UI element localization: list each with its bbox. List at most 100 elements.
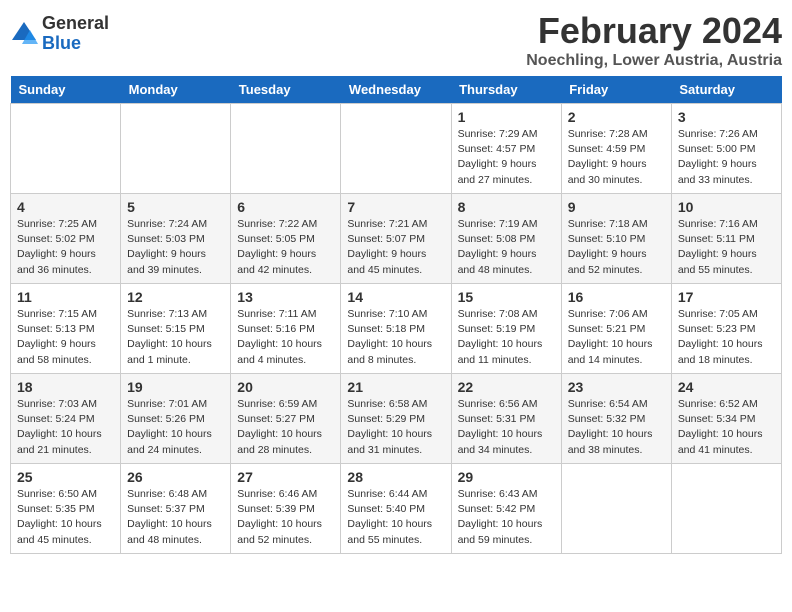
day-number: 1 <box>458 109 555 125</box>
calendar-cell: 28 Sunrise: 6:44 AM Sunset: 5:40 PM Dayli… <box>341 464 451 554</box>
logo-icon <box>10 20 38 48</box>
month-title: February 2024 <box>526 10 782 52</box>
day-number: 16 <box>568 289 665 305</box>
logo-general: General <box>42 14 109 34</box>
day-info: Sunrise: 7:21 AM Sunset: 5:07 PM Dayligh… <box>347 217 444 278</box>
day-info: Sunrise: 7:22 AM Sunset: 5:05 PM Dayligh… <box>237 217 334 278</box>
day-number: 2 <box>568 109 665 125</box>
day-info: Sunrise: 7:18 AM Sunset: 5:10 PM Dayligh… <box>568 217 665 278</box>
header-cell-thursday: Thursday <box>451 76 561 104</box>
page-header: General Blue February 2024 Noechling, Lo… <box>10 10 782 70</box>
calendar-cell: 16Sunrise: 7:06 AM Sunset: 5:21 PM Dayli… <box>561 284 671 374</box>
day-number: 18 <box>17 379 114 395</box>
day-number: 24 <box>678 379 775 395</box>
calendar-week-5: 25Sunrise: 6:50 AM Sunset: 5:35 PM Dayli… <box>11 464 782 554</box>
calendar-cell: 20 Sunrise: 6:59 AM Sunset: 5:27 PM Dayli… <box>231 374 341 464</box>
day-info: Sunrise: 7:25 AM Sunset: 5:02 PM Dayligh… <box>17 217 114 278</box>
calendar-cell: 4 Sunrise: 7:25 AM Sunset: 5:02 PM Daylig… <box>11 194 121 284</box>
calendar-cell: 9 Sunrise: 7:18 AM Sunset: 5:10 PM Daylig… <box>561 194 671 284</box>
calendar-cell: 22Sunrise: 6:56 AM Sunset: 5:31 PM Dayli… <box>451 374 561 464</box>
calendar-cell: 15 Sunrise: 7:08 AM Sunset: 5:19 PM Dayli… <box>451 284 561 374</box>
day-info: Sunrise: 7:03 AM Sunset: 5:24 PM Dayligh… <box>17 397 114 458</box>
day-number: 12 <box>127 289 224 305</box>
day-number: 20 <box>237 379 334 395</box>
calendar-week-4: 18 Sunrise: 7:03 AM Sunset: 5:24 PM Dayli… <box>11 374 782 464</box>
calendar-cell: 5 Sunrise: 7:24 AM Sunset: 5:03 PM Daylig… <box>121 194 231 284</box>
day-info: Sunrise: 7:19 AM Sunset: 5:08 PM Dayligh… <box>458 217 555 278</box>
calendar-cell <box>561 464 671 554</box>
day-number: 10 <box>678 199 775 215</box>
calendar-table: SundayMondayTuesdayWednesdayThursdayFrid… <box>10 76 782 554</box>
calendar-cell: 13 Sunrise: 7:11 AM Sunset: 5:16 PM Dayli… <box>231 284 341 374</box>
calendar-cell: 25Sunrise: 6:50 AM Sunset: 5:35 PM Dayli… <box>11 464 121 554</box>
logo: General Blue <box>10 14 109 54</box>
calendar-cell: 14Sunrise: 7:10 AM Sunset: 5:18 PM Dayli… <box>341 284 451 374</box>
header-cell-wednesday: Wednesday <box>341 76 451 104</box>
day-info: Sunrise: 7:24 AM Sunset: 5:03 PM Dayligh… <box>127 217 224 278</box>
calendar-week-3: 11Sunrise: 7:15 AM Sunset: 5:13 PM Dayli… <box>11 284 782 374</box>
calendar-cell <box>231 104 341 194</box>
day-number: 7 <box>347 199 444 215</box>
day-info: Sunrise: 7:26 AM Sunset: 5:00 PM Dayligh… <box>678 127 775 188</box>
day-number: 28 <box>347 469 444 485</box>
calendar-cell: 29 Sunrise: 6:43 AM Sunset: 5:42 PM Dayli… <box>451 464 561 554</box>
calendar-cell: 26 Sunrise: 6:48 AM Sunset: 5:37 PM Dayli… <box>121 464 231 554</box>
day-number: 29 <box>458 469 555 485</box>
header-row: SundayMondayTuesdayWednesdayThursdayFrid… <box>11 76 782 104</box>
day-info: Sunrise: 6:46 AM Sunset: 5:39 PM Dayligh… <box>237 487 334 548</box>
day-number: 26 <box>127 469 224 485</box>
calendar-cell: 6 Sunrise: 7:22 AM Sunset: 5:05 PM Daylig… <box>231 194 341 284</box>
calendar-cell <box>121 104 231 194</box>
calendar-header: SundayMondayTuesdayWednesdayThursdayFrid… <box>11 76 782 104</box>
day-info: Sunrise: 6:59 AM Sunset: 5:27 PM Dayligh… <box>237 397 334 458</box>
day-number: 9 <box>568 199 665 215</box>
logo-blue: Blue <box>42 34 109 54</box>
calendar-cell: 2Sunrise: 7:28 AM Sunset: 4:59 PM Daylig… <box>561 104 671 194</box>
day-info: Sunrise: 6:44 AM Sunset: 5:40 PM Dayligh… <box>347 487 444 548</box>
day-info: Sunrise: 6:43 AM Sunset: 5:42 PM Dayligh… <box>458 487 555 548</box>
day-number: 5 <box>127 199 224 215</box>
day-info: Sunrise: 6:48 AM Sunset: 5:37 PM Dayligh… <box>127 487 224 548</box>
day-number: 8 <box>458 199 555 215</box>
day-info: Sunrise: 6:54 AM Sunset: 5:32 PM Dayligh… <box>568 397 665 458</box>
location-title: Noechling, Lower Austria, Austria <box>526 52 782 70</box>
day-number: 25 <box>17 469 114 485</box>
day-number: 13 <box>237 289 334 305</box>
calendar-cell: 1 Sunrise: 7:29 AM Sunset: 4:57 PM Daylig… <box>451 104 561 194</box>
day-number: 4 <box>17 199 114 215</box>
day-number: 17 <box>678 289 775 305</box>
day-info: Sunrise: 7:01 AM Sunset: 5:26 PM Dayligh… <box>127 397 224 458</box>
calendar-cell: 17 Sunrise: 7:05 AM Sunset: 5:23 PM Dayli… <box>671 284 781 374</box>
day-number: 15 <box>458 289 555 305</box>
day-number: 23 <box>568 379 665 395</box>
header-cell-sunday: Sunday <box>11 76 121 104</box>
day-info: Sunrise: 6:56 AM Sunset: 5:31 PM Dayligh… <box>458 397 555 458</box>
calendar-cell: 8 Sunrise: 7:19 AM Sunset: 5:08 PM Daylig… <box>451 194 561 284</box>
day-info: Sunrise: 7:29 AM Sunset: 4:57 PM Dayligh… <box>458 127 555 188</box>
calendar-cell: 7 Sunrise: 7:21 AM Sunset: 5:07 PM Daylig… <box>341 194 451 284</box>
header-cell-saturday: Saturday <box>671 76 781 104</box>
day-info: Sunrise: 7:08 AM Sunset: 5:19 PM Dayligh… <box>458 307 555 368</box>
calendar-body: 1 Sunrise: 7:29 AM Sunset: 4:57 PM Daylig… <box>11 104 782 554</box>
day-info: Sunrise: 6:58 AM Sunset: 5:29 PM Dayligh… <box>347 397 444 458</box>
day-info: Sunrise: 7:16 AM Sunset: 5:11 PM Dayligh… <box>678 217 775 278</box>
calendar-week-1: 1 Sunrise: 7:29 AM Sunset: 4:57 PM Daylig… <box>11 104 782 194</box>
calendar-cell: 19Sunrise: 7:01 AM Sunset: 5:26 PM Dayli… <box>121 374 231 464</box>
day-info: Sunrise: 7:11 AM Sunset: 5:16 PM Dayligh… <box>237 307 334 368</box>
calendar-cell: 24 Sunrise: 6:52 AM Sunset: 5:34 PM Dayli… <box>671 374 781 464</box>
day-number: 6 <box>237 199 334 215</box>
header-cell-friday: Friday <box>561 76 671 104</box>
calendar-cell: 11Sunrise: 7:15 AM Sunset: 5:13 PM Dayli… <box>11 284 121 374</box>
day-info: Sunrise: 7:10 AM Sunset: 5:18 PM Dayligh… <box>347 307 444 368</box>
day-info: Sunrise: 7:05 AM Sunset: 5:23 PM Dayligh… <box>678 307 775 368</box>
logo-text: General Blue <box>42 14 109 54</box>
calendar-cell: 3Sunrise: 7:26 AM Sunset: 5:00 PM Daylig… <box>671 104 781 194</box>
calendar-cell: 21 Sunrise: 6:58 AM Sunset: 5:29 PM Dayli… <box>341 374 451 464</box>
calendar-cell: 12Sunrise: 7:13 AM Sunset: 5:15 PM Dayli… <box>121 284 231 374</box>
header-cell-tuesday: Tuesday <box>231 76 341 104</box>
title-block: February 2024 Noechling, Lower Austria, … <box>526 10 782 70</box>
day-info: Sunrise: 6:52 AM Sunset: 5:34 PM Dayligh… <box>678 397 775 458</box>
day-number: 21 <box>347 379 444 395</box>
header-cell-monday: Monday <box>121 76 231 104</box>
calendar-cell <box>11 104 121 194</box>
